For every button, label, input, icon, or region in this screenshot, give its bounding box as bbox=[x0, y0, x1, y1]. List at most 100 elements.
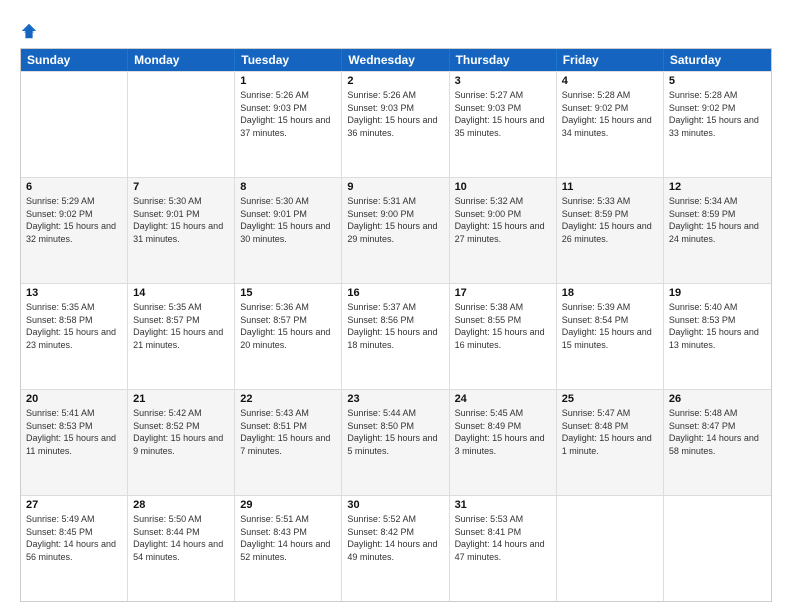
calendar-cell: 31 Sunrise: 5:53 AM Sunset: 8:41 PM Dayli… bbox=[450, 496, 557, 601]
cell-day-number: 21 bbox=[133, 393, 229, 405]
calendar-cell: 10 Sunrise: 5:32 AM Sunset: 9:00 PM Dayli… bbox=[450, 178, 557, 283]
cell-info-text: Sunrise: 5:33 AM Sunset: 8:59 PM Dayligh… bbox=[562, 195, 658, 245]
calendar-cell: 9 Sunrise: 5:31 AM Sunset: 9:00 PM Daylig… bbox=[342, 178, 449, 283]
cell-day-number: 14 bbox=[133, 287, 229, 299]
header-day-saturday: Saturday bbox=[664, 49, 771, 71]
cell-info-text: Sunrise: 5:36 AM Sunset: 8:57 PM Dayligh… bbox=[240, 301, 336, 351]
logo bbox=[20, 20, 41, 40]
calendar-cell: 19 Sunrise: 5:40 AM Sunset: 8:53 PM Dayli… bbox=[664, 284, 771, 389]
calendar-row-4: 20Sunrise: 5:41 AM Sunset: 8:53 PM Dayli… bbox=[21, 389, 771, 495]
cell-day-number: 12 bbox=[669, 181, 766, 193]
cell-info-text: Sunrise: 5:51 AM Sunset: 8:43 PM Dayligh… bbox=[240, 513, 336, 563]
cell-info-text: Sunrise: 5:29 AM Sunset: 9:02 PM Dayligh… bbox=[26, 195, 122, 245]
cell-day-number: 8 bbox=[240, 181, 336, 193]
cell-info-text: Sunrise: 5:50 AM Sunset: 8:44 PM Dayligh… bbox=[133, 513, 229, 563]
cell-info-text: Sunrise: 5:30 AM Sunset: 9:01 PM Dayligh… bbox=[133, 195, 229, 245]
cell-day-number: 30 bbox=[347, 499, 443, 511]
header bbox=[20, 16, 772, 40]
calendar-cell: 8Sunrise: 5:30 AM Sunset: 9:01 PM Daylig… bbox=[235, 178, 342, 283]
cell-info-text: Sunrise: 5:45 AM Sunset: 8:49 PM Dayligh… bbox=[455, 407, 551, 457]
cell-day-number: 1 bbox=[240, 75, 336, 87]
header-day-thursday: Thursday bbox=[450, 49, 557, 71]
calendar-body: 1 Sunrise: 5:26 AM Sunset: 9:03 PM Daylig… bbox=[21, 71, 771, 601]
cell-info-text: Sunrise: 5:37 AM Sunset: 8:56 PM Dayligh… bbox=[347, 301, 443, 351]
cell-info-text: Sunrise: 5:53 AM Sunset: 8:41 PM Dayligh… bbox=[455, 513, 551, 563]
cell-info-text: Sunrise: 5:28 AM Sunset: 9:02 PM Dayligh… bbox=[669, 89, 766, 139]
cell-info-text: Sunrise: 5:44 AM Sunset: 8:50 PM Dayligh… bbox=[347, 407, 443, 457]
cell-info-text: Sunrise: 5:31 AM Sunset: 9:00 PM Dayligh… bbox=[347, 195, 443, 245]
cell-day-number: 17 bbox=[455, 287, 551, 299]
cell-info-text: Sunrise: 5:26 AM Sunset: 9:03 PM Dayligh… bbox=[240, 89, 336, 139]
calendar-cell: 29 Sunrise: 5:51 AM Sunset: 8:43 PM Dayli… bbox=[235, 496, 342, 601]
calendar-cell: 21 Sunrise: 5:42 AM Sunset: 8:52 PM Dayli… bbox=[128, 390, 235, 495]
cell-info-text: Sunrise: 5:42 AM Sunset: 8:52 PM Dayligh… bbox=[133, 407, 229, 457]
cell-info-text: Sunrise: 5:43 AM Sunset: 8:51 PM Dayligh… bbox=[240, 407, 336, 457]
header-day-monday: Monday bbox=[128, 49, 235, 71]
cell-day-number: 25 bbox=[562, 393, 658, 405]
calendar-cell bbox=[21, 72, 128, 177]
calendar-cell: 2Sunrise: 5:26 AM Sunset: 9:03 PM Daylig… bbox=[342, 72, 449, 177]
calendar-cell: 24 Sunrise: 5:45 AM Sunset: 8:49 PM Dayli… bbox=[450, 390, 557, 495]
calendar-header: SundayMondayTuesdayWednesdayThursdayFrid… bbox=[21, 49, 771, 71]
cell-info-text: Sunrise: 5:35 AM Sunset: 8:57 PM Dayligh… bbox=[133, 301, 229, 351]
cell-day-number: 29 bbox=[240, 499, 336, 511]
calendar-row-5: 27Sunrise: 5:49 AM Sunset: 8:45 PM Dayli… bbox=[21, 495, 771, 601]
cell-day-number: 15 bbox=[240, 287, 336, 299]
cell-day-number: 22 bbox=[240, 393, 336, 405]
calendar-cell: 23 Sunrise: 5:44 AM Sunset: 8:50 PM Dayli… bbox=[342, 390, 449, 495]
calendar-cell: 26 Sunrise: 5:48 AM Sunset: 8:47 PM Dayli… bbox=[664, 390, 771, 495]
calendar-cell: 27Sunrise: 5:49 AM Sunset: 8:45 PM Dayli… bbox=[21, 496, 128, 601]
calendar-cell: 1 Sunrise: 5:26 AM Sunset: 9:03 PM Daylig… bbox=[235, 72, 342, 177]
cell-day-number: 28 bbox=[133, 499, 229, 511]
calendar-cell: 7 Sunrise: 5:30 AM Sunset: 9:01 PM Daylig… bbox=[128, 178, 235, 283]
cell-info-text: Sunrise: 5:34 AM Sunset: 8:59 PM Dayligh… bbox=[669, 195, 766, 245]
cell-info-text: Sunrise: 5:32 AM Sunset: 9:00 PM Dayligh… bbox=[455, 195, 551, 245]
calendar-cell: 18Sunrise: 5:39 AM Sunset: 8:54 PM Dayli… bbox=[557, 284, 664, 389]
cell-info-text: Sunrise: 5:39 AM Sunset: 8:54 PM Dayligh… bbox=[562, 301, 658, 351]
calendar-cell: 22 Sunrise: 5:43 AM Sunset: 8:51 PM Dayli… bbox=[235, 390, 342, 495]
calendar-cell bbox=[664, 496, 771, 601]
cell-info-text: Sunrise: 5:48 AM Sunset: 8:47 PM Dayligh… bbox=[669, 407, 766, 457]
cell-day-number: 3 bbox=[455, 75, 551, 87]
cell-info-text: Sunrise: 5:41 AM Sunset: 8:53 PM Dayligh… bbox=[26, 407, 122, 457]
calendar-cell: 11 Sunrise: 5:33 AM Sunset: 8:59 PM Dayli… bbox=[557, 178, 664, 283]
calendar-cell: 13 Sunrise: 5:35 AM Sunset: 8:58 PM Dayli… bbox=[21, 284, 128, 389]
calendar-cell: 12 Sunrise: 5:34 AM Sunset: 8:59 PM Dayli… bbox=[664, 178, 771, 283]
cell-day-number: 23 bbox=[347, 393, 443, 405]
cell-day-number: 6 bbox=[26, 181, 122, 193]
cell-info-text: Sunrise: 5:38 AM Sunset: 8:55 PM Dayligh… bbox=[455, 301, 551, 351]
header-day-tuesday: Tuesday bbox=[235, 49, 342, 71]
calendar-row-2: 6 Sunrise: 5:29 AM Sunset: 9:02 PM Daylig… bbox=[21, 177, 771, 283]
calendar-row-1: 1 Sunrise: 5:26 AM Sunset: 9:03 PM Daylig… bbox=[21, 71, 771, 177]
calendar-cell: 15 Sunrise: 5:36 AM Sunset: 8:57 PM Dayli… bbox=[235, 284, 342, 389]
calendar-cell: 6 Sunrise: 5:29 AM Sunset: 9:02 PM Daylig… bbox=[21, 178, 128, 283]
calendar-cell bbox=[557, 496, 664, 601]
calendar-cell: 25Sunrise: 5:47 AM Sunset: 8:48 PM Dayli… bbox=[557, 390, 664, 495]
calendar-cell: 5Sunrise: 5:28 AM Sunset: 9:02 PM Daylig… bbox=[664, 72, 771, 177]
cell-info-text: Sunrise: 5:27 AM Sunset: 9:03 PM Dayligh… bbox=[455, 89, 551, 139]
cell-day-number: 7 bbox=[133, 181, 229, 193]
cell-day-number: 13 bbox=[26, 287, 122, 299]
cell-day-number: 11 bbox=[562, 181, 658, 193]
header-day-friday: Friday bbox=[557, 49, 664, 71]
cell-info-text: Sunrise: 5:35 AM Sunset: 8:58 PM Dayligh… bbox=[26, 301, 122, 351]
calendar-cell: 4Sunrise: 5:28 AM Sunset: 9:02 PM Daylig… bbox=[557, 72, 664, 177]
header-day-sunday: Sunday bbox=[21, 49, 128, 71]
cell-day-number: 19 bbox=[669, 287, 766, 299]
cell-day-number: 10 bbox=[455, 181, 551, 193]
cell-day-number: 31 bbox=[455, 499, 551, 511]
calendar-cell: 28 Sunrise: 5:50 AM Sunset: 8:44 PM Dayli… bbox=[128, 496, 235, 601]
cell-info-text: Sunrise: 5:52 AM Sunset: 8:42 PM Dayligh… bbox=[347, 513, 443, 563]
cell-day-number: 9 bbox=[347, 181, 443, 193]
calendar-row-3: 13 Sunrise: 5:35 AM Sunset: 8:58 PM Dayli… bbox=[21, 283, 771, 389]
cell-info-text: Sunrise: 5:40 AM Sunset: 8:53 PM Dayligh… bbox=[669, 301, 766, 351]
cell-day-number: 16 bbox=[347, 287, 443, 299]
calendar-cell: 3 Sunrise: 5:27 AM Sunset: 9:03 PM Daylig… bbox=[450, 72, 557, 177]
logo-icon bbox=[20, 22, 38, 40]
cell-day-number: 26 bbox=[669, 393, 766, 405]
calendar-cell: 20Sunrise: 5:41 AM Sunset: 8:53 PM Dayli… bbox=[21, 390, 128, 495]
calendar-cell bbox=[128, 72, 235, 177]
cell-day-number: 4 bbox=[562, 75, 658, 87]
cell-info-text: Sunrise: 5:26 AM Sunset: 9:03 PM Dayligh… bbox=[347, 89, 443, 139]
cell-day-number: 24 bbox=[455, 393, 551, 405]
